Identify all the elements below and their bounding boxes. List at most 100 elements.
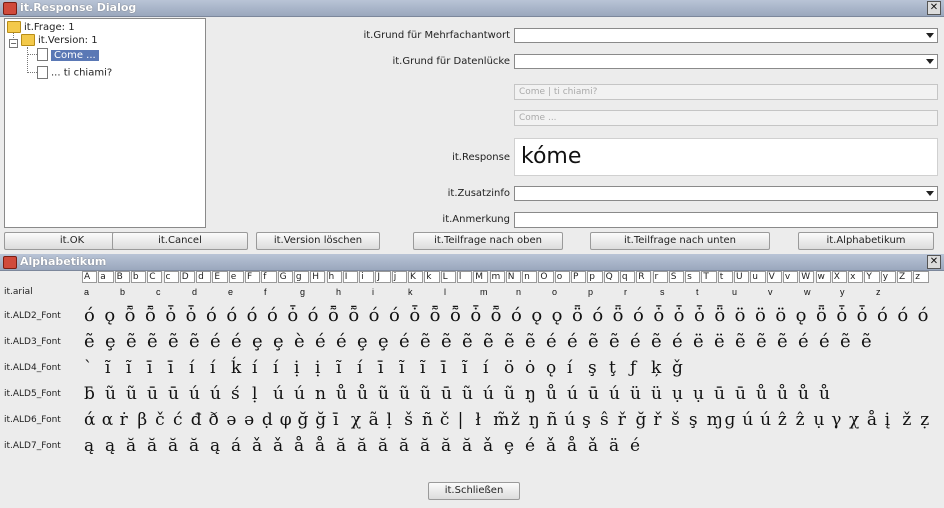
- alphabet-glyph[interactable]: ɡ: [725, 408, 736, 432]
- alphabet-header-letter[interactable]: O: [538, 271, 554, 283]
- alphabet-glyph[interactable]: ū: [147, 382, 158, 406]
- alphabet-glyph[interactable]: ȱ: [470, 304, 481, 328]
- alphabet-glyph[interactable]: í: [210, 356, 215, 380]
- alphabet-glyph[interactable]: ẽ: [651, 330, 662, 354]
- alphabet-glyph[interactable]: ö: [775, 304, 786, 328]
- alphabet-glyph[interactable]: ă: [378, 434, 388, 458]
- alphabet-glyph[interactable]: ȭ: [145, 304, 156, 328]
- alphabet-glyph[interactable]: ȭ: [430, 304, 441, 328]
- alphabet-glyph[interactable]: é: [819, 330, 830, 354]
- alphabet-glyph[interactable]: k: [408, 286, 413, 299]
- alphabet-glyph[interactable]: ĩ: [336, 356, 341, 380]
- alphabet-glyph[interactable]: ȭ: [450, 304, 461, 328]
- alphabet-glyph[interactable]: ȱ: [409, 304, 420, 328]
- alphabet-glyph[interactable]: ȩ: [504, 434, 514, 458]
- alphabet-glyph[interactable]: ȩ: [252, 330, 263, 354]
- alphabet-glyph[interactable]: ů: [756, 382, 767, 406]
- alphabet-header-letter[interactable]: B: [114, 271, 130, 283]
- alphabet-glyph[interactable]: á: [231, 434, 241, 458]
- alphabet-glyph[interactable]: d: [192, 286, 197, 299]
- alphabet-glyph[interactable]: ü: [630, 382, 641, 406]
- alphabet-glyph[interactable]: ś: [231, 382, 240, 406]
- grund-mehrfach-select[interactable]: [514, 28, 938, 43]
- alphabet-glyph[interactable]: ó: [267, 304, 278, 328]
- alphabet-glyph[interactable]: ó: [592, 304, 603, 328]
- alphabet-glyph[interactable]: é: [231, 330, 242, 354]
- alphabet-glyph[interactable]: ẽ: [126, 330, 137, 354]
- alphabet-glyph[interactable]: ă: [336, 434, 346, 458]
- alphabet-header-letter[interactable]: Z: [897, 271, 913, 283]
- alphabet-glyph[interactable]: ú: [760, 408, 771, 432]
- alphabet-glyph[interactable]: ǫ: [546, 356, 556, 380]
- alphabet-glyph[interactable]: ũ: [378, 382, 389, 406]
- alphabet-header-letter[interactable]: H: [310, 271, 326, 283]
- alphabet-header-letter[interactable]: P: [571, 271, 587, 283]
- alphabet-glyph[interactable]: ů: [798, 382, 809, 406]
- alphabet-glyph[interactable]: ó: [918, 304, 929, 328]
- alphabet-glyph[interactable]: ṙ: [120, 408, 128, 432]
- alphabet-glyph[interactable]: ú: [742, 408, 753, 432]
- alphabet-glyph[interactable]: ş: [582, 408, 591, 432]
- alphabet-header-letter[interactable]: X: [831, 271, 848, 283]
- alphabet-glyph[interactable]: b: [120, 286, 125, 299]
- alphabet-header-letter[interactable]: t: [717, 271, 733, 283]
- alphabet-glyph[interactable]: ĩ: [399, 356, 404, 380]
- alphabet-glyph[interactable]: ū: [735, 382, 746, 406]
- alphabet-glyph[interactable]: ů: [357, 382, 368, 406]
- alphabet-glyph[interactable]: ə: [226, 408, 236, 432]
- alphabet-glyph[interactable]: ǧ: [672, 356, 683, 380]
- alphabet-glyph[interactable]: ẽ: [588, 330, 599, 354]
- alphabet-glyph[interactable]: ī: [147, 356, 152, 380]
- alphabet-glyph[interactable]: ɱ: [707, 408, 723, 432]
- alphabetikum-button[interactable]: it.Alphabetikum: [798, 232, 934, 250]
- alphabet-glyph[interactable]: ñ: [547, 408, 558, 432]
- alphabet-glyph[interactable]: ị: [294, 356, 299, 380]
- alphabet-header-letter[interactable]: g: [293, 271, 310, 283]
- alphabet-glyph[interactable]: é: [672, 330, 683, 354]
- alphabet-glyph[interactable]: ó: [206, 304, 217, 328]
- alphabet-glyph[interactable]: ů: [777, 382, 788, 406]
- alphabet-glyph[interactable]: ẽ: [420, 330, 431, 354]
- alphabet-glyph[interactable]: ğ: [315, 408, 326, 432]
- alphabet-glyph[interactable]: ȱ: [694, 304, 705, 328]
- alphabet-glyph[interactable]: o: [552, 286, 557, 299]
- alphabet-glyph[interactable]: ú: [210, 382, 221, 406]
- alphabet-glyph[interactable]: f: [264, 286, 267, 299]
- alphabet-glyph[interactable]: ẑ: [778, 408, 787, 432]
- alphabet-glyph[interactable]: ą: [210, 434, 220, 458]
- alphabet-glyph[interactable]: í: [357, 356, 362, 380]
- alphabet-header-letter[interactable]: L: [440, 271, 456, 283]
- alphabet-glyph[interactable]: ẽ: [756, 330, 767, 354]
- alphabet-glyph[interactable]: č: [440, 408, 450, 432]
- alphabet-glyph[interactable]: γ: [831, 408, 841, 432]
- alphabet-glyph[interactable]: ū: [441, 382, 452, 406]
- alphabet-header-letter[interactable]: C: [147, 271, 163, 283]
- alphabet-glyph[interactable]: ó: [226, 304, 237, 328]
- alphabet-glyph[interactable]: m: [480, 286, 488, 299]
- alphabet-glyph[interactable]: å: [867, 408, 877, 432]
- alphabet-glyph[interactable]: ȱ: [653, 304, 664, 328]
- alphabet-glyph[interactable]: ȭ: [491, 304, 502, 328]
- alphabet-header-letter[interactable]: l: [456, 271, 473, 283]
- alphabet-header-letter[interactable]: o: [554, 271, 570, 283]
- alphabet-glyph[interactable]: ú: [273, 382, 284, 406]
- alphabet-glyph[interactable]: ř: [618, 408, 626, 432]
- alphabet-header-letter[interactable]: T: [701, 271, 717, 283]
- alphabet-glyph[interactable]: ẓ: [920, 408, 929, 432]
- alphabet-glyph[interactable]: ž: [902, 408, 911, 432]
- alphabet-glyph[interactable]: ə: [244, 408, 254, 432]
- alphabet-glyph[interactable]: ȩ: [105, 330, 116, 354]
- alphabet-glyph[interactable]: ë: [693, 330, 704, 354]
- alphabet-glyph[interactable]: ů: [546, 382, 557, 406]
- anmerkung-input[interactable]: [514, 212, 938, 228]
- alphabet-glyph[interactable]: h: [336, 286, 341, 299]
- alphabet-glyph[interactable]: ö: [504, 356, 514, 380]
- alphabet-header-letter[interactable]: S: [668, 271, 685, 283]
- alphabet-glyph[interactable]: ẽ: [168, 330, 179, 354]
- alphabet-glyph[interactable]: χ: [351, 408, 361, 432]
- alphabet-header-letter[interactable]: K: [408, 271, 424, 283]
- teilfrage-unten-button[interactable]: it.Teilfrage nach unten: [590, 232, 770, 250]
- alphabet-glyph[interactable]: α: [102, 408, 113, 432]
- alphabet-glyph[interactable]: g: [300, 286, 305, 299]
- alphabet-header-letter[interactable]: N: [505, 271, 522, 283]
